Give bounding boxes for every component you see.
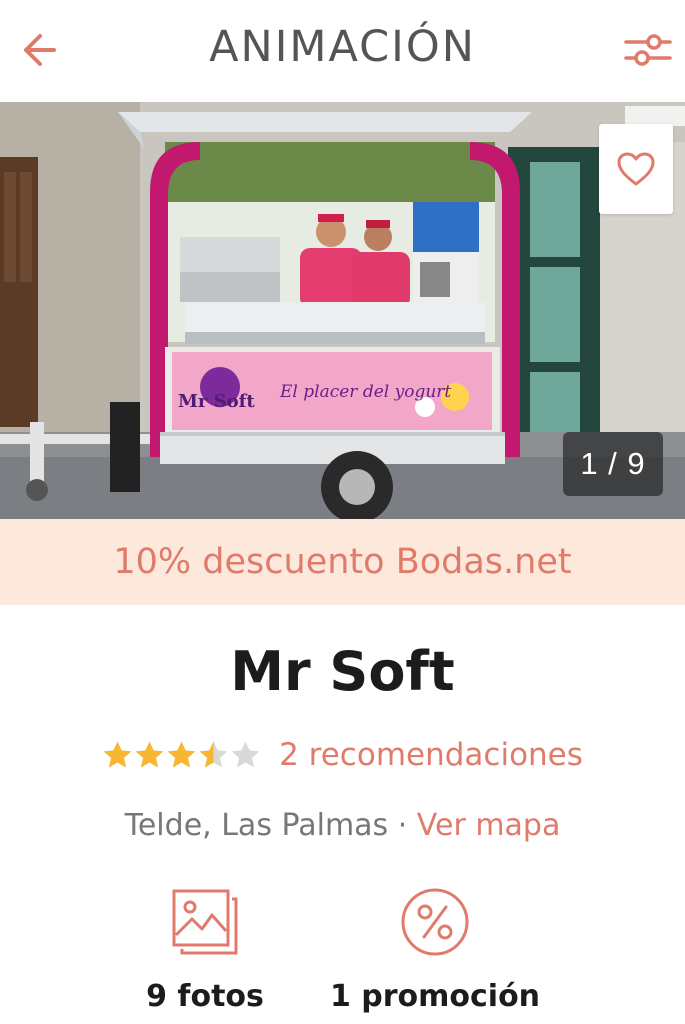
truck-sign-brand: Mr Soft	[178, 391, 255, 412]
star-icon	[135, 741, 164, 767]
percent-icon	[401, 888, 469, 956]
discount-banner[interactable]: 10% descuento Bodas.net	[0, 519, 685, 605]
sliders-icon	[624, 34, 672, 66]
heart-icon	[617, 152, 655, 186]
photo-counter: 1 / 9	[563, 432, 663, 496]
photos-label: 9 fotos	[146, 979, 264, 1014]
star-icon	[103, 741, 132, 767]
favorite-button[interactable]	[599, 124, 673, 214]
page-title: ANIMACIÓN	[209, 22, 476, 72]
promotion-stat[interactable]: 1 promoción	[320, 885, 550, 1014]
view-map-link[interactable]: Ver mapa	[417, 808, 561, 843]
location-row: Telde, Las Palmas · Ver mapa	[0, 808, 685, 843]
star-icon	[199, 741, 228, 767]
top-bar: ANIMACIÓN	[0, 0, 685, 102]
recommendations-link[interactable]: 2 recomendaciones	[279, 737, 583, 773]
rating-row: 2 recomendaciones	[0, 733, 685, 777]
vendor-name: Mr Soft	[230, 640, 455, 703]
vendor-photo[interactable]: Mr Soft El placer del yogurt 1 / 9	[0, 102, 685, 519]
star-icon	[231, 741, 260, 767]
truck-sign-slogan: El placer del yogurt	[279, 382, 451, 402]
star-icon	[167, 741, 196, 767]
separator: ·	[388, 808, 417, 843]
photos-stat[interactable]: 9 fotos	[120, 885, 290, 1014]
photo-gallery-icon	[172, 889, 238, 955]
filter-button[interactable]	[623, 26, 673, 74]
star-rating	[102, 740, 261, 771]
location-text: Telde, Las Palmas	[124, 808, 389, 843]
promotion-label: 1 promoción	[329, 979, 541, 1014]
